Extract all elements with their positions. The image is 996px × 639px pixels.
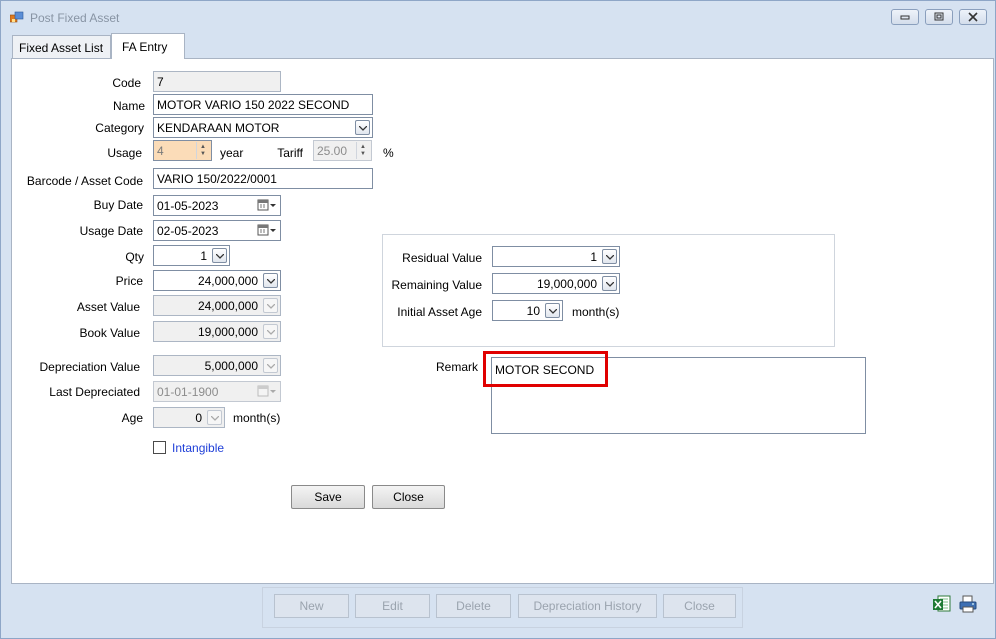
remaining-value-field[interactable]: 19,000,000 xyxy=(492,273,620,294)
age-label: Age xyxy=(121,411,143,425)
close-window-button[interactable] xyxy=(959,9,987,25)
calendar-icon[interactable] xyxy=(257,224,277,237)
intangible-label[interactable]: Intangible xyxy=(172,441,224,455)
depreciation-value-field: 5,000,000 xyxy=(153,355,281,376)
remark-label: Remark xyxy=(435,360,478,374)
usage-value: 4 xyxy=(157,144,164,158)
category-label: Category xyxy=(95,121,144,135)
initial-asset-age-field[interactable]: 10 xyxy=(492,300,563,321)
spin-buttons-icon: ▲ ▼ xyxy=(356,142,370,159)
window-title: Post Fixed Asset xyxy=(30,11,120,25)
age-field: 0 xyxy=(153,407,225,428)
close-icon xyxy=(968,12,978,22)
initial-asset-age-label: Initial Asset Age xyxy=(397,305,482,319)
qty-value: 1 xyxy=(200,249,207,263)
depreciation-history-button[interactable]: Depreciation History xyxy=(518,594,657,618)
initial-asset-age-value: 10 xyxy=(526,304,540,318)
name-field[interactable]: MOTOR VARIO 150 2022 SECOND xyxy=(153,94,373,115)
qty-field[interactable]: 1 xyxy=(153,245,230,266)
price-label: Price xyxy=(115,274,143,288)
price-field[interactable]: 24,000,000 xyxy=(153,270,281,291)
usage-date-value: 02-05-2023 xyxy=(157,224,219,238)
barcode-label: Barcode / Asset Code xyxy=(26,174,143,188)
barcode-field[interactable]: VARIO 150/2022/0001 xyxy=(153,168,373,189)
print-icon[interactable] xyxy=(958,594,978,614)
app-icon xyxy=(9,11,24,24)
book-value-value: 19,000,000 xyxy=(197,325,258,339)
asset-value-field: 24,000,000 xyxy=(153,295,281,316)
calendar-icon xyxy=(257,385,277,398)
category-select[interactable]: KENDARAAN MOTOR xyxy=(153,117,373,138)
tab-fixed-asset-list[interactable]: Fixed Asset List xyxy=(12,35,111,58)
price-value: 24,000,000 xyxy=(197,274,258,288)
chevron-down-icon xyxy=(207,410,222,425)
tariff-stepper: 25.00 ▲ ▼ xyxy=(313,140,372,161)
category-value: KENDARAAN MOTOR xyxy=(157,121,280,135)
chevron-down-icon xyxy=(263,298,278,313)
name-label: Name xyxy=(112,99,145,113)
remaining-value-value: 19,000,000 xyxy=(536,277,597,291)
usage-label: Usage xyxy=(107,146,142,160)
asset-value-label: Asset Value xyxy=(76,300,140,314)
chevron-down-icon[interactable] xyxy=(355,120,370,135)
last-depreciated-picker: 01-01-1900 xyxy=(153,381,281,402)
usage-date-picker[interactable]: 02-05-2023 xyxy=(153,220,281,241)
tab-fa-entry[interactable]: FA Entry xyxy=(111,33,185,59)
buy-date-value: 01-05-2023 xyxy=(157,199,219,213)
book-value-field: 19,000,000 xyxy=(153,321,281,342)
usage-stepper[interactable]: 4 ▲ ▼ xyxy=(153,140,212,161)
edit-button[interactable]: Edit xyxy=(355,594,430,618)
restore-icon xyxy=(934,12,944,21)
qty-label: Qty xyxy=(125,250,144,264)
toolbar-close-button[interactable]: Close xyxy=(663,594,736,618)
residual-value-field[interactable]: 1 xyxy=(492,246,620,267)
title-bar[interactable] xyxy=(0,0,996,34)
maximize-button[interactable] xyxy=(925,9,953,25)
chevron-down-icon[interactable] xyxy=(602,276,617,291)
last-depreciated-value: 01-01-1900 xyxy=(157,385,219,399)
calendar-icon[interactable] xyxy=(257,199,277,212)
spin-buttons-icon[interactable]: ▲ ▼ xyxy=(196,142,210,159)
initial-asset-age-unit: month(s) xyxy=(572,305,620,319)
depreciation-value-value: 5,000,000 xyxy=(204,359,258,373)
tariff-unit: % xyxy=(383,146,394,160)
age-value: 0 xyxy=(195,411,202,425)
delete-button[interactable]: Delete xyxy=(436,594,511,618)
chevron-down-icon[interactable] xyxy=(263,273,278,288)
residual-value-label: Residual Value xyxy=(402,251,482,265)
usage-date-label: Usage Date xyxy=(79,224,143,238)
chevron-down-icon[interactable] xyxy=(545,303,560,318)
book-value-label: Book Value xyxy=(79,326,141,340)
chevron-down-icon xyxy=(263,358,278,373)
save-button[interactable]: Save xyxy=(291,485,365,509)
buy-date-picker[interactable]: 01-05-2023 xyxy=(153,195,281,216)
asset-value-value: 24,000,000 xyxy=(197,299,258,313)
minimize-button[interactable] xyxy=(891,9,919,25)
chevron-down-icon[interactable] xyxy=(602,249,617,264)
code-label: Code xyxy=(112,76,141,90)
close-button[interactable]: Close xyxy=(372,485,445,509)
remaining-value-label: Remaining Value xyxy=(391,278,483,292)
depreciation-value-label: Depreciation Value xyxy=(39,360,140,374)
buy-date-label: Buy Date xyxy=(93,198,143,212)
usage-unit: year xyxy=(220,146,244,160)
code-field[interactable]: 7 xyxy=(153,71,281,92)
chevron-down-icon[interactable] xyxy=(212,248,227,263)
tariff-value: 25.00 xyxy=(317,144,348,158)
last-depreciated-label: Last Depreciated xyxy=(49,385,140,399)
residual-value-value: 1 xyxy=(590,250,597,264)
excel-export-icon[interactable] xyxy=(932,594,952,614)
age-unit: month(s) xyxy=(233,411,281,425)
remark-highlight-box xyxy=(483,351,608,387)
intangible-checkbox[interactable] xyxy=(153,441,166,454)
tariff-label: Tariff xyxy=(277,146,303,160)
minimize-icon xyxy=(900,15,910,20)
new-button[interactable]: New xyxy=(274,594,349,618)
chevron-down-icon xyxy=(263,324,278,339)
